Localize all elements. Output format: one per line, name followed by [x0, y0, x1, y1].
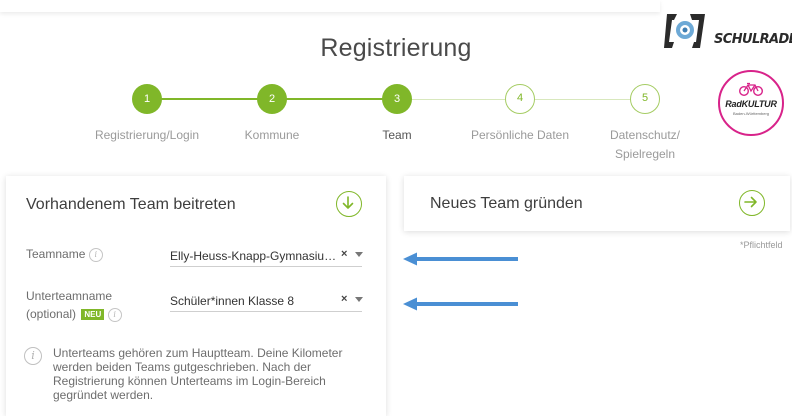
join-team-title: Vorhandenem Team beitreten [26, 196, 236, 213]
chevron-down-icon[interactable] [355, 252, 363, 257]
info-icon[interactable]: i [107, 307, 122, 322]
info-icon: i [24, 347, 42, 365]
new-team-button[interactable] [739, 190, 765, 216]
subteam-clear-icon[interactable]: × [341, 293, 347, 305]
annotation-arrow-icon [403, 297, 518, 311]
radkultur-wordmark: RadKULTUR [725, 99, 777, 109]
radkultur-logo: RadKULTUR Baden-Württemberg [718, 70, 784, 136]
arrow-down-circle-icon [342, 196, 354, 209]
subteam-select[interactable]: Schüler*innen Klasse 8 × [170, 289, 363, 312]
radkultur-subtitle: Baden-Württemberg [732, 111, 769, 116]
teamname-clear-icon[interactable]: × [341, 248, 347, 260]
step-5-circle: 5 [630, 84, 660, 114]
step-5-label-line2: Spielregeln [614, 147, 676, 161]
top-nav-bar [0, 0, 660, 12]
subteam-optional-label: (optional) [26, 307, 77, 321]
new-team-title: Neues Team gründen [430, 195, 583, 212]
teamname-value: Elly-Heuss-Knapp-Gymnasium Ba... [170, 249, 338, 263]
teamname-label: Teamname [26, 247, 86, 261]
bicycle-icon [739, 82, 763, 96]
teamname-label-row: Teamname i [26, 245, 103, 263]
info-icon[interactable]: i [88, 247, 103, 262]
subteam-label: Unterteamname [26, 289, 113, 303]
new-badge: NEU [81, 309, 105, 321]
step-3-circle[interactable]: 3 [382, 84, 412, 114]
step-2-circle[interactable]: 2 [257, 84, 287, 114]
new-team-card[interactable]: Neues Team gründen [404, 176, 790, 231]
subteam-value: Schüler*innen Klasse 8 [170, 294, 295, 308]
subteam-hint-text: Unterteams gehören zum Hauptteam. Deine … [53, 346, 343, 402]
teamname-select[interactable]: Elly-Heuss-Knapp-Gymnasium Ba... × [170, 244, 363, 267]
page-title: Registrierung [320, 34, 472, 62]
join-team-button[interactable] [336, 191, 362, 217]
chevron-down-icon[interactable] [355, 297, 363, 302]
step-4-circle: 4 [505, 84, 535, 114]
step-1-circle[interactable]: 1 [132, 84, 162, 114]
required-field-note: *Pflichtfeld [740, 240, 783, 250]
step-5-label-line1: Datenschutz/ [609, 128, 681, 142]
step-5-label: Datenschutz/ Spielregeln [570, 126, 720, 164]
arrow-right-circle-icon [744, 196, 757, 208]
annotation-arrow-icon [403, 252, 518, 266]
subteam-label-block: Unterteamname (optional) NEU i [26, 287, 122, 323]
